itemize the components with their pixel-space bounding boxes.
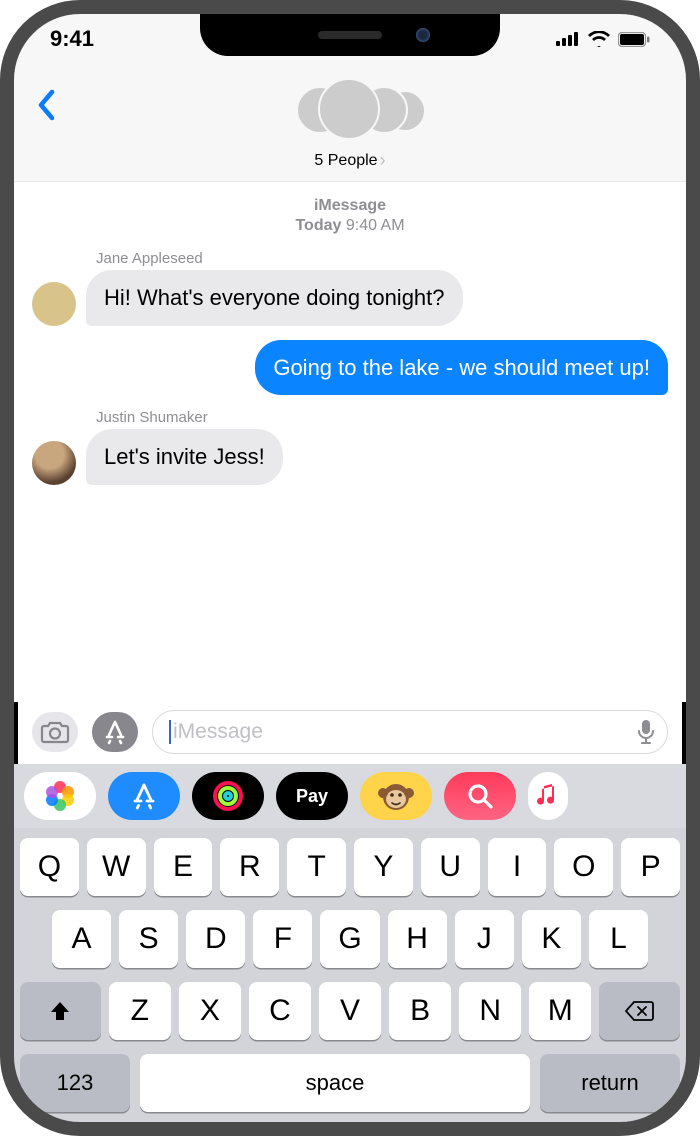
service-label: iMessage xyxy=(32,196,668,216)
sender-name: Jane Appleseed xyxy=(96,250,668,267)
shift-key[interactable] xyxy=(20,982,101,1040)
monkey-icon xyxy=(378,779,414,813)
key-j[interactable]: J xyxy=(455,910,514,968)
message-row: Going to the lake - we should meet up! xyxy=(32,340,668,396)
key-a[interactable]: A xyxy=(52,910,111,968)
key-p[interactable]: P xyxy=(621,838,680,896)
app-store-app-button[interactable] xyxy=(108,772,180,820)
keyboard-row: Q W E R T Y U I O P xyxy=(20,838,680,896)
chevron-left-icon xyxy=(36,88,56,122)
message-thread[interactable]: iMessage Today 9:40 AM Jane Appleseed Hi… xyxy=(14,182,686,702)
backspace-key[interactable] xyxy=(599,982,680,1040)
apple-pay-app-button[interactable]: Pay xyxy=(276,772,348,820)
key-z[interactable]: Z xyxy=(109,982,171,1040)
music-app-button[interactable] xyxy=(528,772,568,820)
dictation-icon[interactable] xyxy=(637,719,655,745)
shift-icon xyxy=(48,999,72,1023)
sender-avatar[interactable] xyxy=(32,441,76,485)
sender-avatar[interactable] xyxy=(32,282,76,326)
received-message-bubble[interactable]: Hi! What's everyone doing tonight? xyxy=(86,270,463,326)
activity-app-button[interactable] xyxy=(192,772,264,820)
speaker-grille xyxy=(318,31,382,39)
thread-timestamp: iMessage Today 9:40 AM xyxy=(32,196,668,236)
key-u[interactable]: U xyxy=(421,838,480,896)
sender-name: Justin Shumaker xyxy=(96,409,668,426)
keyboard-row: Z X C V B N M xyxy=(20,982,680,1040)
date-label: Today xyxy=(295,217,341,234)
participants-count-label: 5 People xyxy=(314,152,377,170)
images-app-button[interactable] xyxy=(444,772,516,820)
keyboard-row: A S D F G H J K L xyxy=(20,910,680,968)
camera-icon xyxy=(40,720,70,744)
group-avatar-stack[interactable] xyxy=(290,78,410,144)
search-images-icon xyxy=(466,782,494,810)
numbers-key[interactable]: 123 xyxy=(20,1054,130,1112)
chevron-right-icon: › xyxy=(380,150,386,171)
key-e[interactable]: E xyxy=(154,838,213,896)
app-store-icon xyxy=(102,719,128,745)
music-note-icon xyxy=(537,783,559,809)
key-g[interactable]: G xyxy=(320,910,379,968)
wifi-icon xyxy=(588,31,610,47)
key-r[interactable]: R xyxy=(220,838,279,896)
status-indicators xyxy=(556,31,650,47)
key-s[interactable]: S xyxy=(119,910,178,968)
keyboard: Q W E R T Y U I O P A S D F G H J K L Z xyxy=(14,828,686,1122)
photos-icon xyxy=(45,781,75,811)
message-input[interactable]: iMessage xyxy=(152,710,668,754)
message-group: Justin Shumaker Let's invite Jess! xyxy=(32,409,668,485)
key-m[interactable]: M xyxy=(529,982,591,1040)
compose-bar: iMessage xyxy=(14,702,686,764)
apple-pay-label: Pay xyxy=(296,786,328,807)
battery-icon xyxy=(618,32,650,47)
photos-app-button[interactable] xyxy=(24,772,96,820)
message-group: Jane Appleseed Hi! What's everyone doing… xyxy=(32,250,668,326)
key-q[interactable]: Q xyxy=(20,838,79,896)
key-x[interactable]: X xyxy=(179,982,241,1040)
key-f[interactable]: F xyxy=(253,910,312,968)
input-placeholder: iMessage xyxy=(173,720,637,744)
key-h[interactable]: H xyxy=(388,910,447,968)
key-n[interactable]: N xyxy=(459,982,521,1040)
key-t[interactable]: T xyxy=(287,838,346,896)
key-k[interactable]: K xyxy=(522,910,581,968)
time-label: 9:40 AM xyxy=(346,217,405,234)
backspace-icon xyxy=(625,1000,655,1022)
cellular-icon xyxy=(556,32,580,46)
message-row: Hi! What's everyone doing tonight? xyxy=(32,270,668,326)
key-c[interactable]: C xyxy=(249,982,311,1040)
status-time: 9:41 xyxy=(50,26,94,52)
key-b[interactable]: B xyxy=(389,982,451,1040)
key-y[interactable]: Y xyxy=(354,838,413,896)
app-drawer-button[interactable] xyxy=(92,712,138,752)
text-cursor xyxy=(169,720,171,744)
message-row: Let's invite Jess! xyxy=(32,429,668,485)
back-button[interactable] xyxy=(36,88,56,127)
animoji-app-button[interactable] xyxy=(360,772,432,820)
conversation-title-button[interactable]: 5 People › xyxy=(314,150,385,171)
message-group: Going to the lake - we should meet up! xyxy=(32,340,668,396)
sent-message-bubble[interactable]: Going to the lake - we should meet up! xyxy=(255,340,668,396)
key-v[interactable]: V xyxy=(319,982,381,1040)
space-key[interactable]: space xyxy=(140,1054,530,1112)
activity-rings-icon xyxy=(213,781,243,811)
camera-button[interactable] xyxy=(32,712,78,752)
app-store-icon xyxy=(130,782,158,810)
return-key[interactable]: return xyxy=(540,1054,680,1112)
keyboard-row: 123 space return xyxy=(20,1054,680,1122)
front-camera xyxy=(416,28,430,42)
participant-avatar xyxy=(318,78,380,140)
key-d[interactable]: D xyxy=(186,910,245,968)
key-i[interactable]: I xyxy=(488,838,547,896)
key-l[interactable]: L xyxy=(589,910,648,968)
device-notch xyxy=(200,14,500,56)
key-o[interactable]: O xyxy=(554,838,613,896)
imessage-app-strip[interactable]: Pay xyxy=(14,764,686,828)
key-w[interactable]: W xyxy=(87,838,146,896)
received-message-bubble[interactable]: Let's invite Jess! xyxy=(86,429,283,485)
iphone-frame: 9:41 5 People › iMessage Today 9:40 AM J… xyxy=(0,0,700,1136)
